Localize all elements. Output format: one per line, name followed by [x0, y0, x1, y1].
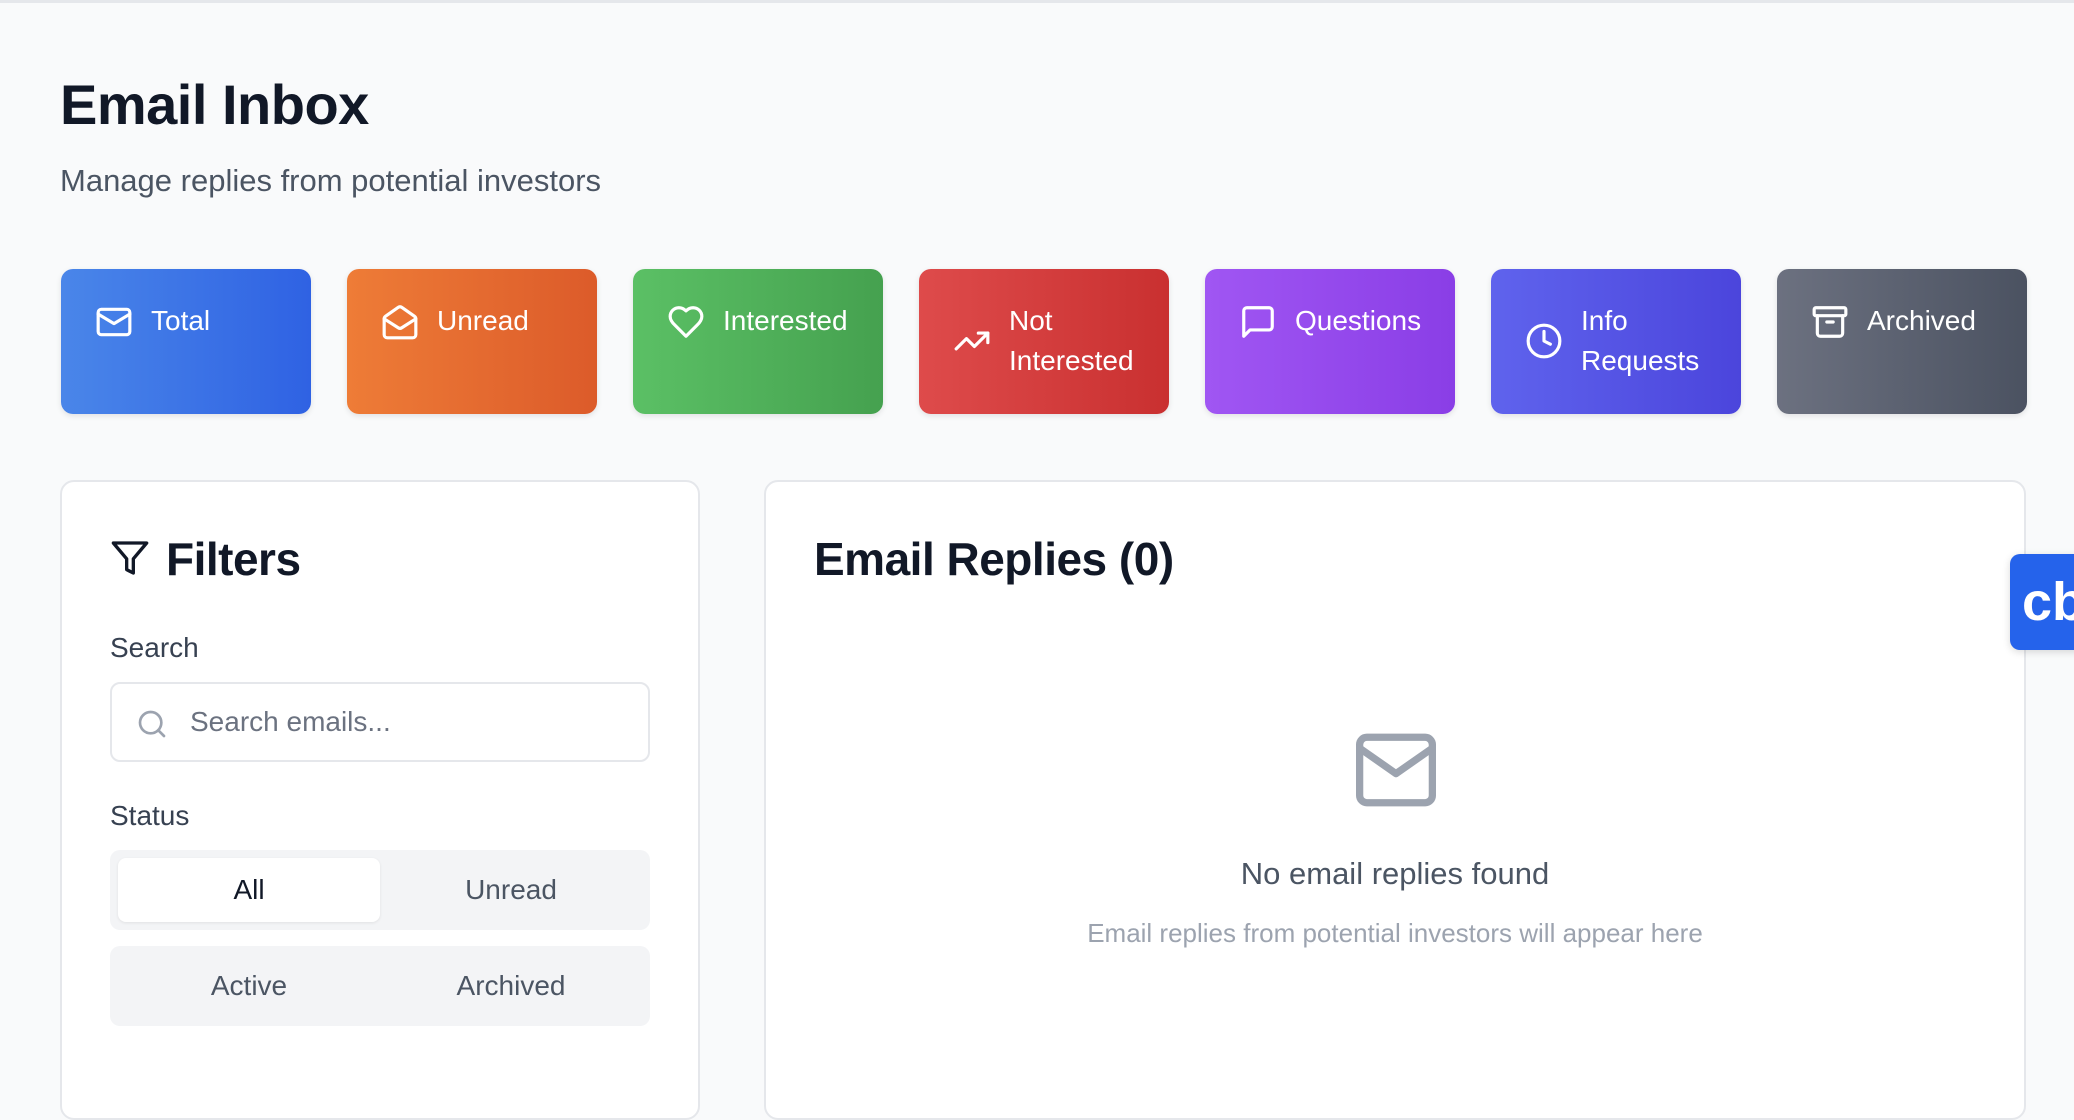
- status-toggle-row-1: All Unread: [110, 850, 650, 930]
- stat-label-line2: Interested: [1009, 345, 1134, 376]
- status-option-unread[interactable]: Unread: [380, 858, 642, 922]
- trending-icon: [953, 322, 991, 360]
- status-label: Status: [110, 800, 190, 831]
- email-replies-panel: Email Replies (0) No email replies found…: [764, 480, 2026, 1120]
- page-title: Email Inbox: [60, 73, 369, 136]
- stat-card-not-interested[interactable]: Not Interested: [919, 269, 1169, 414]
- heart-icon: [667, 303, 705, 341]
- empty-state-title: No email replies found: [1240, 856, 1550, 891]
- stat-label: Interested: [723, 305, 848, 336]
- stat-card-info-requests[interactable]: Info Requests: [1491, 269, 1741, 414]
- stat-card-total[interactable]: Total: [61, 269, 311, 414]
- message-square-icon: [1239, 303, 1277, 341]
- search-input[interactable]: [190, 698, 630, 746]
- filters-title: Filters: [166, 533, 301, 585]
- mail-icon: [95, 303, 133, 341]
- page-subtitle: Manage replies from potential investors: [60, 163, 602, 198]
- stat-label: Questions: [1295, 305, 1422, 336]
- status-option-all[interactable]: All: [118, 858, 380, 922]
- status-toggle-row-2: Active Archived: [110, 946, 650, 1026]
- filters-panel: Filters Search Status All Unread Active …: [60, 480, 700, 1120]
- stat-label: Archived: [1867, 305, 1976, 336]
- mail-icon: [1355, 733, 1436, 807]
- stat-label: Unread: [437, 305, 529, 336]
- status-option-archived[interactable]: Archived: [380, 954, 642, 1018]
- top-border: [0, 0, 2074, 3]
- stat-label-line1: Not: [1009, 305, 1053, 336]
- search-box: [110, 682, 650, 762]
- clock-icon: [1525, 322, 1563, 360]
- stat-label: Total: [151, 305, 211, 336]
- chat-widget-button[interactable]: cb: [2010, 554, 2074, 650]
- email-replies-title: Email Replies (0): [814, 533, 1174, 585]
- stat-label-line1: Info: [1581, 305, 1628, 336]
- stat-card-unread[interactable]: Unread: [347, 269, 597, 414]
- filter-icon: [111, 541, 149, 575]
- search-icon: [138, 710, 166, 738]
- stat-card-archived[interactable]: Archived: [1777, 269, 2027, 414]
- mail-open-icon: [381, 303, 419, 341]
- status-option-active[interactable]: Active: [118, 954, 380, 1018]
- search-label: Search: [110, 632, 199, 663]
- empty-state-subtitle: Email replies from potential investors w…: [1087, 918, 1703, 948]
- archive-icon: [1811, 303, 1849, 341]
- stat-label-line2: Requests: [1581, 345, 1700, 376]
- stat-card-interested[interactable]: Interested: [633, 269, 883, 414]
- stat-card-questions[interactable]: Questions: [1205, 269, 1455, 414]
